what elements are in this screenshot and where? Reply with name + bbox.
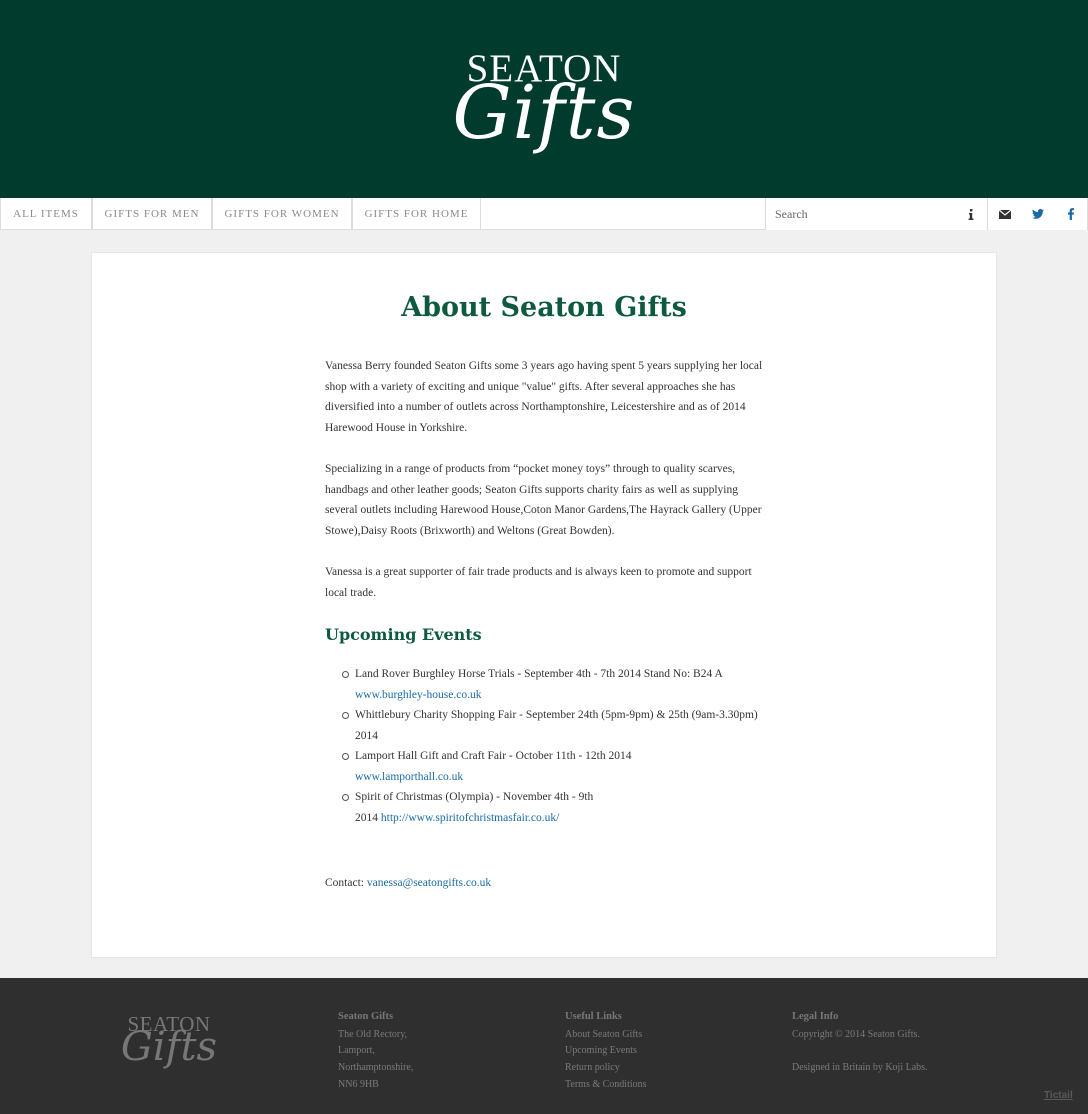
twitter-icon [1031, 209, 1044, 219]
page-title: About Seaton Gifts [401, 292, 687, 323]
info-button[interactable] [954, 198, 988, 230]
contact-label: Contact: [325, 877, 367, 889]
event-item: Whittlebury Charity Shopping Fair - Sept… [342, 705, 765, 746]
footer-heading: Useful Links [565, 1011, 622, 1022]
about-paragraph: Vanessa Berry founded Seaton Gifts some … [325, 360, 763, 434]
footer-logo-gifts: Gifts [120, 1024, 218, 1070]
nav-item-gifts-for-home[interactable]: GIFTS FOR HOME [352, 198, 481, 230]
event-link[interactable]: http://www.spiritofchristmasfair.co.uk/ [381, 812, 559, 824]
footer-column-links: Useful Links About Seaton Gifts Upcoming… [565, 1009, 765, 1094]
contact-email-link[interactable]: vanessa@seatongifts.co.uk [367, 877, 491, 889]
footer-link-events[interactable]: Upcoming Events [565, 1043, 765, 1060]
info-icon [968, 208, 973, 220]
events-heading: Upcoming Events [325, 625, 482, 644]
event-item: Lamport Hall Gift and Craft Fair - Octob… [342, 746, 635, 787]
footer-column-legal: Legal Info Copyright © 2014 Seaton Gifts… [792, 1009, 992, 1077]
event-item: Spirit of Christmas (Olympia) - November… [342, 787, 615, 828]
event-text: Land Rover Burghley Horse Trials - Septe… [355, 668, 723, 680]
twitter-button[interactable] [1021, 198, 1055, 230]
footer-column-address: Seaton Gifts The Old Rectory, Lamport, N… [338, 1009, 538, 1094]
search-input[interactable] [775, 199, 955, 229]
address-line: NN6 9HB [338, 1078, 379, 1090]
footer-link-terms[interactable]: Terms & Conditions [565, 1077, 765, 1094]
copyright-text: Copyright © 2014 Seaton Gifts. [792, 1028, 920, 1040]
about-paragraph: Specializing in a range of products from… [325, 463, 762, 537]
address-line: Northamptonshire, [338, 1062, 414, 1074]
footer-heading: Legal Info [792, 1011, 839, 1022]
event-text: Whittlebury Charity Shopping Fair - Sept… [355, 709, 758, 742]
footer-logo[interactable]: SEATON Gifts [111, 1012, 229, 1082]
event-link[interactable]: www.lamporthall.co.uk [355, 771, 463, 783]
brand-logo[interactable]: SEATON Gifts [444, 44, 644, 162]
address-line: Lamport, [338, 1045, 375, 1057]
designer-credit-link[interactable]: Designed in Britain by Koji Labs. [792, 1060, 992, 1077]
search-box [765, 198, 955, 230]
footer-heading: Seaton Gifts [338, 1011, 394, 1022]
nav-item-gifts-for-men[interactable]: GIFTS FOR MEN [92, 198, 212, 230]
nav-item-gifts-for-women[interactable]: GIFTS FOR WOMEN [212, 198, 352, 230]
tictail-badge[interactable]: Tictail [1044, 1090, 1073, 1101]
nav-item-all-items[interactable]: ALL ITEMS [0, 198, 92, 230]
contact-line: Contact: vanessa@seatongifts.co.uk [325, 873, 765, 894]
footer-link-returns[interactable]: Return policy [565, 1060, 765, 1077]
address-line: The Old Rectory, [338, 1028, 408, 1040]
event-link[interactable]: www.burghley-house.co.uk [355, 689, 481, 701]
about-paragraph: Vanessa is a great supporter of fair tra… [325, 566, 752, 599]
about-content: Vanessa Berry founded Seaton Gifts some … [325, 356, 765, 915]
facebook-icon [1067, 208, 1074, 220]
event-text: Lamport Hall Gift and Craft Fair - Octob… [355, 750, 632, 762]
logo-wordmark-gifts: Gifts [452, 70, 636, 156]
event-item: Land Rover Burghley Horse Trials - Septe… [342, 664, 765, 705]
footer-link-about[interactable]: About Seaton Gifts [565, 1027, 765, 1044]
contact-button[interactable] [988, 198, 1022, 230]
facebook-button[interactable] [1054, 198, 1088, 230]
events-list: Land Rover Burghley Horse Trials - Septe… [342, 664, 765, 828]
envelope-icon [998, 209, 1011, 219]
